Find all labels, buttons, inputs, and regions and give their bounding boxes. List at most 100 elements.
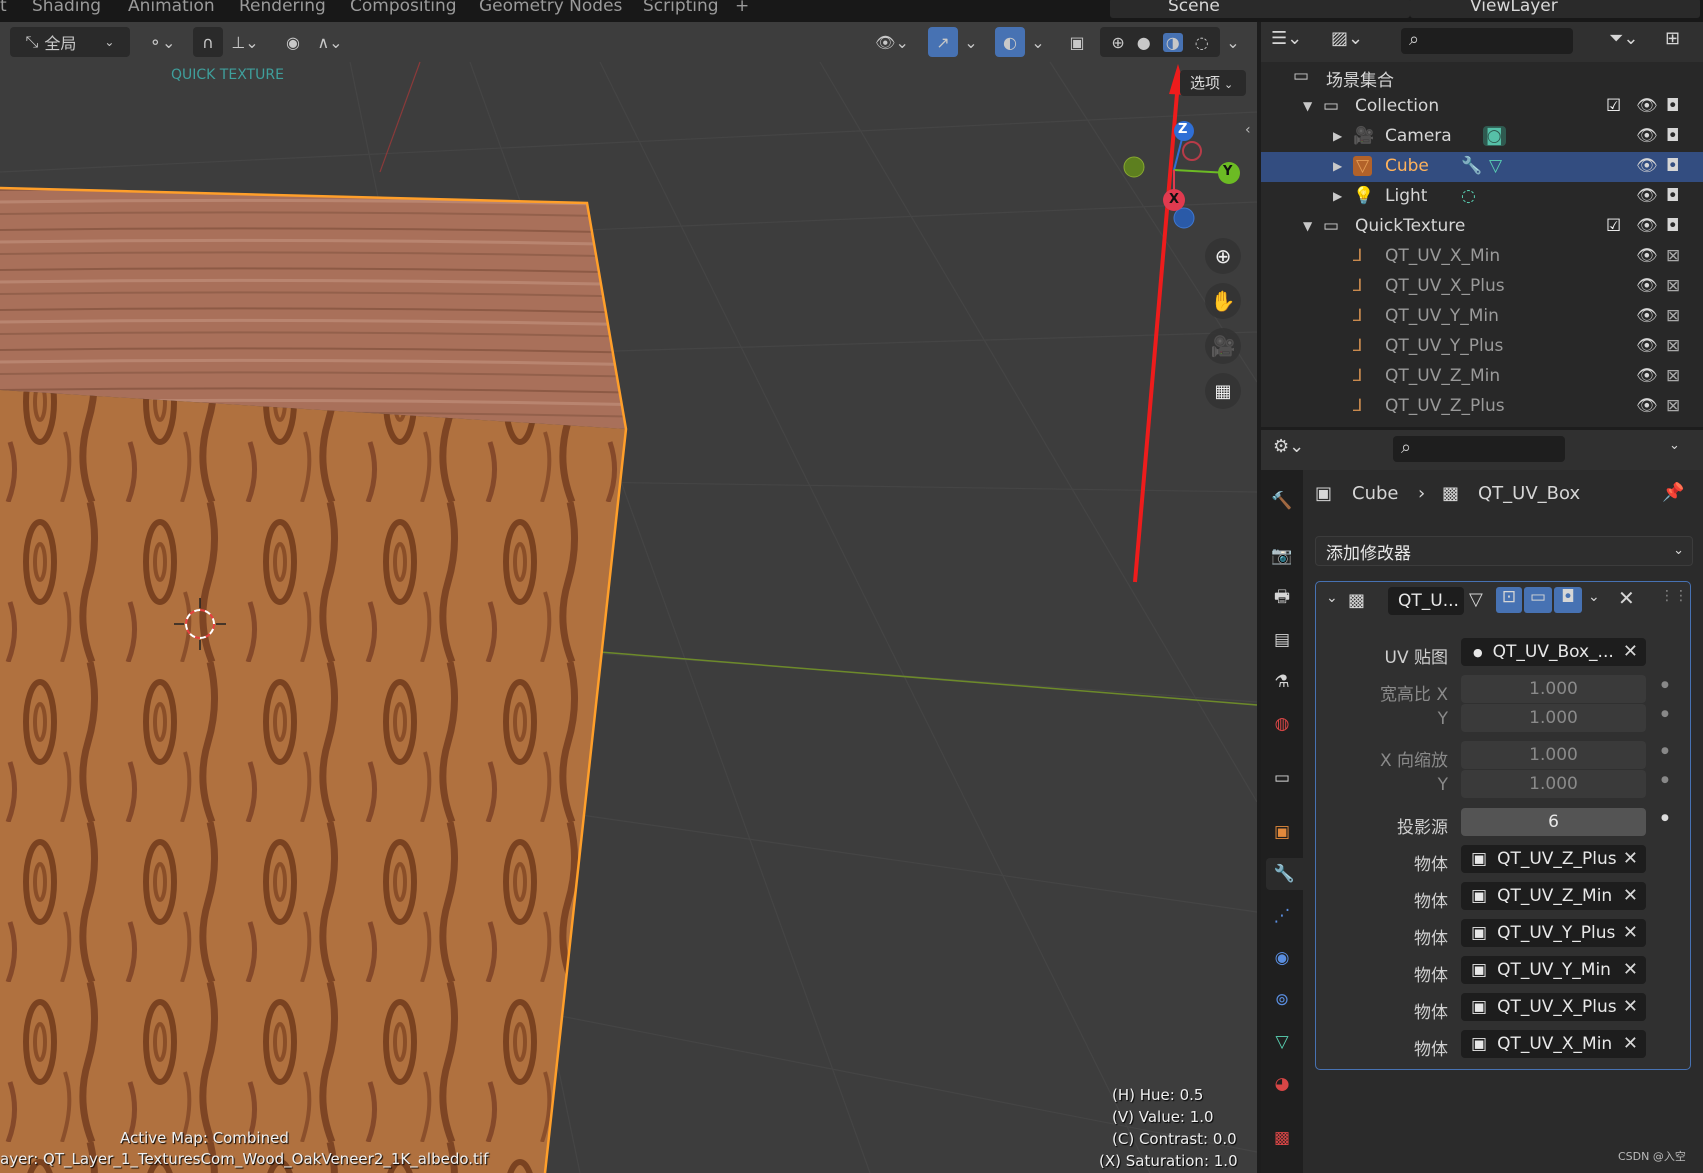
wrench-icon[interactable]: 🔧 <box>1461 156 1482 176</box>
expand-triangle-icon[interactable]: ▶ <box>1333 159 1342 173</box>
render-disabled-icon[interactable]: ⊠ <box>1666 306 1680 326</box>
collapse-triangle-icon[interactable]: ▼ <box>1303 99 1312 113</box>
view-layer-selector[interactable]: ViewLayer <box>1410 0 1700 18</box>
editor-type-dropdown[interactable]: ⚙⌄ <box>1273 436 1317 464</box>
eye-icon[interactable]: 👁 <box>1636 306 1658 326</box>
wireframe-shading-icon[interactable]: ⊕ <box>1111 33 1124 52</box>
clear-icon[interactable]: ✕ <box>1623 1033 1638 1054</box>
pan-button[interactable]: ✋ <box>1205 283 1241 319</box>
scale-x-field[interactable]: 1.000 <box>1461 741 1646 769</box>
outliner-row-empty[interactable]: ⅃ QT_UV_Z_Min 👁 ⊠ <box>1261 362 1703 392</box>
viewport-display-icon[interactable]: ▭ <box>1524 587 1552 613</box>
projector-object-field[interactable]: ▣ QT_UV_Y_Min ✕ <box>1461 956 1646 984</box>
modifier-tab[interactable]: 🔧 <box>1266 858 1303 890</box>
eye-icon[interactable]: 👁 <box>1636 96 1658 116</box>
outliner-row-quicktexture[interactable]: ▼ ▭ QuickTexture ☑ 👁 ◘ <box>1261 212 1703 242</box>
snap-target-dropdown[interactable]: ⊥⌄ <box>225 27 265 57</box>
physics-tab[interactable]: ◉ <box>1266 942 1298 974</box>
expand-triangle-icon[interactable]: ▶ <box>1333 129 1342 143</box>
keyframe-dot-icon[interactable]: ● <box>1661 680 1669 690</box>
add-modifier-dropdown[interactable]: 添加修改器 ⌄ <box>1315 536 1693 566</box>
workspace-tab-compositing[interactable]: Compositing <box>350 0 457 16</box>
proportional-edit-toggle[interactable]: ◉ <box>278 27 308 57</box>
shading-dropdown[interactable]: ⌄ <box>1222 27 1244 57</box>
workspace-tab-geometry-nodes[interactable]: Geometry Nodes <box>479 0 622 16</box>
outliner-row-empty[interactable]: ⅃ QT_UV_X_Min 👁 ⊠ <box>1261 242 1703 272</box>
render-camera-icon[interactable]: ◘ <box>1666 186 1679 206</box>
material-preview-shading-icon[interactable]: ◑ <box>1162 32 1183 52</box>
gizmo-toggle[interactable]: ↗ <box>928 27 958 57</box>
particles-tab[interactable]: ⋰ <box>1266 900 1298 932</box>
render-disabled-icon[interactable]: ⊠ <box>1666 276 1680 296</box>
render-tab[interactable]: 📷 <box>1266 540 1298 572</box>
xray-toggle[interactable]: ▣ <box>1062 27 1092 57</box>
collection-tab[interactable]: ▭ <box>1266 762 1298 794</box>
visibility-dropdown[interactable]: 👁⌄ <box>870 27 914 57</box>
filter-dropdown[interactable]: ⏷⌄ <box>1609 28 1651 56</box>
snap-toggle[interactable]: ∩ <box>193 27 223 57</box>
outliner-row-empty[interactable]: ⅃ QT_UV_X_Plus 👁 ⊠ <box>1261 272 1703 302</box>
modifier-name-input[interactable]: QT_U... <box>1388 587 1464 615</box>
workspace-tab-scripting[interactable]: Scripting <box>643 0 719 16</box>
falloff-dropdown[interactable]: ∧⌄ <box>310 27 350 57</box>
zoom-button[interactable]: ⊕ <box>1205 238 1241 274</box>
outliner-row-camera[interactable]: ▶ 🎥 Camera ◙ 👁 ◘ <box>1261 122 1703 152</box>
workspace-tab-animation[interactable]: Animation <box>128 0 215 16</box>
keyframe-dot-icon[interactable]: ● <box>1661 775 1669 785</box>
perspective-toggle-button[interactable]: ▦ <box>1205 373 1241 409</box>
projector-object-field[interactable]: ▣ QT_UV_X_Plus ✕ <box>1461 993 1646 1021</box>
checkbox-icon[interactable]: ☑ <box>1606 96 1621 116</box>
clear-icon[interactable]: ✕ <box>1623 848 1638 869</box>
eye-icon[interactable]: 👁 <box>1636 186 1658 206</box>
gizmo-dropdown[interactable]: ⌄ <box>960 27 982 57</box>
pivot-point-dropdown[interactable]: ⚬⌄ <box>140 27 184 57</box>
aspect-x-field[interactable]: 1.000 <box>1461 675 1646 703</box>
expand-triangle-icon[interactable]: ▶ <box>1333 189 1342 203</box>
outliner-row-cube[interactable]: ▶ ▽ Cube 🔧 ▽ 👁 ◘ <box>1261 152 1703 182</box>
aspect-y-field[interactable]: 1.000 <box>1461 704 1646 732</box>
clear-icon[interactable]: ✕ <box>1623 996 1638 1017</box>
remove-modifier-icon[interactable]: ✕ <box>1618 586 1635 610</box>
scene-tab[interactable]: ⚗ <box>1266 666 1298 698</box>
keyframe-dot-icon[interactable]: ● <box>1661 813 1669 823</box>
eye-icon[interactable]: 👁 <box>1636 276 1658 296</box>
workspace-tab-layout[interactable]: t <box>0 0 7 16</box>
light-data-icon[interactable]: ◌ <box>1461 186 1476 206</box>
view-layer-tab[interactable]: ▤ <box>1266 624 1298 656</box>
3d-viewport[interactable]: ⤡ 全局 ⌄ ⚬⌄ ∩ ⊥⌄ ◉ ∧⌄ 👁⌄ ↗ ⌄ ◐ ⌄ ▣ ⊕ ● ◑ ◌… <box>0 22 1257 1173</box>
outliner-row-empty[interactable]: ⅃ QT_UV_Y_Min 👁 ⊠ <box>1261 302 1703 332</box>
projector-object-field[interactable]: ▣ QT_UV_X_Min ✕ <box>1461 1030 1646 1058</box>
keyframe-dot-icon[interactable]: ● <box>1661 709 1669 719</box>
navigation-gizmo[interactable]: Z Y X <box>1110 114 1250 254</box>
render-camera-icon[interactable]: ◘ <box>1666 156 1679 176</box>
output-tab[interactable]: 🖶 <box>1266 582 1298 614</box>
outliner-row-collection[interactable]: ▼ ▭ Collection ☑ 👁 ◘ <box>1261 92 1703 122</box>
modifier-menu-chevron-icon[interactable]: ⌄ <box>1588 589 1600 605</box>
outliner-row-empty[interactable]: ⅃ QT_UV_Y_Plus 👁 ⊠ <box>1261 332 1703 362</box>
render-camera-icon[interactable]: ◘ <box>1666 126 1679 146</box>
render-disabled-icon[interactable]: ⊠ <box>1666 336 1680 356</box>
uv-map-field[interactable]: ● QT_UV_Box_... ✕ <box>1461 638 1646 666</box>
render-camera-icon[interactable]: ◘ <box>1666 96 1679 116</box>
mesh-data-icon[interactable]: ▽ <box>1489 156 1502 176</box>
eye-icon[interactable]: 👁 <box>1636 366 1658 386</box>
camera-data-icon[interactable]: ◙ <box>1483 126 1506 146</box>
checkbox-icon[interactable]: ☑ <box>1606 216 1621 236</box>
eye-icon[interactable]: 👁 <box>1636 336 1658 356</box>
properties-search-input[interactable]: ⌕ <box>1393 436 1565 462</box>
camera-view-button[interactable]: 🎥 <box>1205 328 1241 364</box>
new-collection-button[interactable]: ⊞ <box>1665 28 1693 56</box>
eye-icon[interactable]: 👁 <box>1636 156 1658 176</box>
outliner-root-row[interactable]: ▭ 场景集合 <box>1261 62 1703 92</box>
collapse-triangle-icon[interactable]: ▼ <box>1303 219 1312 233</box>
render-display-icon[interactable]: ◘ <box>1554 587 1582 613</box>
workspace-tab-shading[interactable]: Shading <box>32 0 101 16</box>
constraints-tab[interactable]: ⊚ <box>1266 984 1298 1016</box>
render-disabled-icon[interactable]: ⊠ <box>1666 246 1680 266</box>
clear-icon[interactable]: ✕ <box>1623 641 1638 662</box>
options-chevron-icon[interactable]: ⌄ <box>1669 438 1680 453</box>
cage-toggle-icon[interactable]: ⊡ <box>1496 587 1522 613</box>
solid-shading-icon[interactable]: ● <box>1137 33 1151 52</box>
eye-icon[interactable]: 👁 <box>1636 396 1658 416</box>
keyframe-dot-icon[interactable]: ● <box>1661 746 1669 756</box>
